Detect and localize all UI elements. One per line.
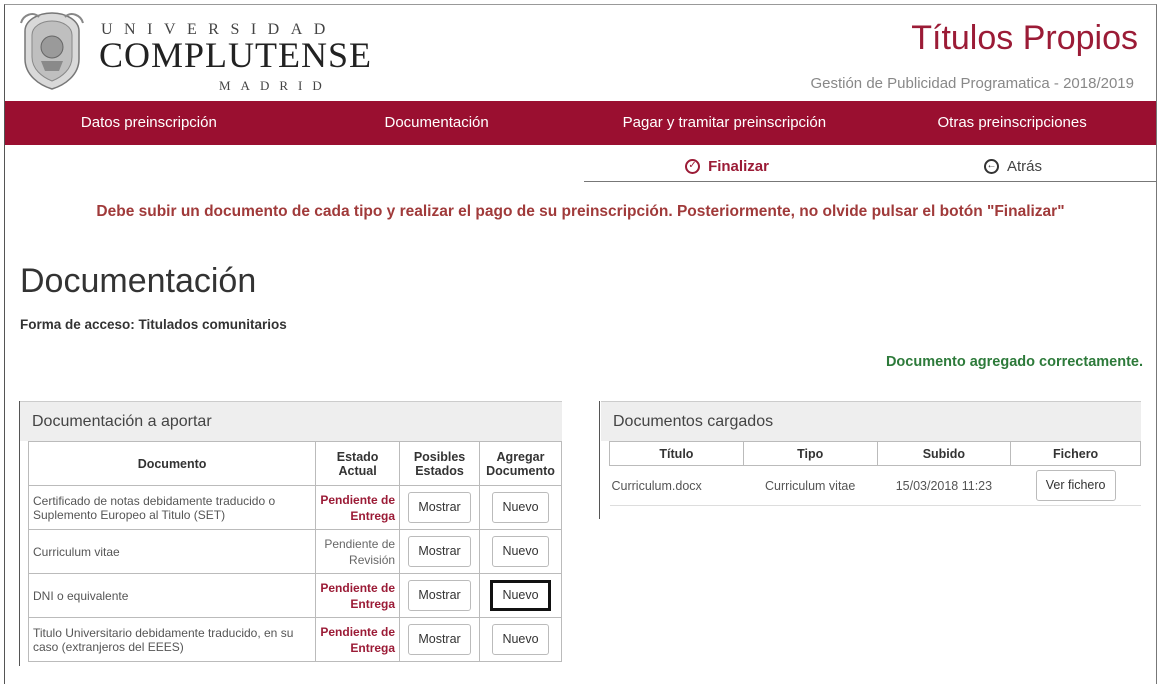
status-cell: Pendiente de Entrega (315, 573, 401, 618)
file-title: Curriculum.docx (609, 465, 744, 506)
col-tipo: Tipo (742, 441, 878, 466)
table-row: Titulo Universitario debidamente traduci… (27, 617, 562, 662)
file-cell: Ver fichero (1010, 465, 1141, 506)
document-name: Titulo Universitario debidamente traduci… (27, 617, 317, 662)
status-cell: Pendiente de Entrega (315, 485, 401, 530)
success-message: Documento agregado correctamente. (885, 354, 1143, 370)
nav-datos-preinscripcion[interactable]: Datos preinscripción (5, 101, 293, 145)
nav-documentacion[interactable]: Documentación (293, 101, 581, 145)
new-cell: Nuevo (479, 485, 562, 530)
show-cell: Mostrar (399, 529, 481, 574)
document-name: DNI o equivalente (27, 573, 317, 618)
mostrar-button[interactable]: Mostrar (408, 624, 471, 655)
arrow-left-circle-icon: ← (983, 158, 999, 174)
nuevo-button[interactable]: Nuevo (492, 536, 549, 567)
panel-title: Documentos cargados (601, 401, 1141, 441)
col-posibles-estados: Posibles Estados (399, 441, 481, 486)
col-titulo: Título (609, 441, 744, 466)
main-nav: Datos preinscripción Documentación Pagar… (5, 101, 1156, 145)
file-uploaded: 15/03/2018 11:23 (877, 465, 1011, 506)
university-logo[interactable]: UNIVERSIDAD COMPLUTENSE MADRID (19, 9, 371, 97)
status-cell: Pendiente de Revisión (315, 529, 401, 574)
logo-text-complutense: COMPLUTENSE (99, 35, 373, 75)
status-cell: Pendiente de Entrega (315, 617, 401, 662)
finalizar-label: Finalizar (708, 157, 769, 175)
table-row: DNI o equivalente Pendiente de Entrega M… (27, 573, 562, 618)
col-subido: Subido (876, 441, 1012, 466)
page-title: Documentación (20, 262, 257, 300)
documentos-cargados-panel: Documentos cargados Título Tipo Subido F… (599, 401, 1141, 519)
table-row: Curriculum vitae Pendiente de Revisión M… (27, 529, 562, 574)
mostrar-button[interactable]: Mostrar (408, 492, 471, 523)
col-documento: Documento (27, 441, 317, 486)
table-header-row: Documento Estado Actual Posibles Estados… (27, 441, 562, 486)
mostrar-button[interactable]: Mostrar (408, 580, 471, 611)
table-row: Curriculum.docx Curriculum vitae 15/03/2… (609, 465, 1141, 506)
documentacion-aportar-panel: Documentación a aportar Documento Estado… (19, 401, 562, 666)
documents-required-table: Documento Estado Actual Posibles Estados… (27, 441, 562, 662)
document-name: Curriculum vitae (27, 529, 317, 574)
table-header-row: Título Tipo Subido Fichero (609, 441, 1141, 466)
show-cell: Mostrar (399, 573, 481, 618)
site-header: UNIVERSIDAD COMPLUTENSE MADRID Títulos P… (5, 5, 1156, 100)
finalizar-button[interactable]: ✓ Finalizar (584, 151, 870, 181)
access-form: Forma de acceso: Titulados comunitarios (20, 317, 287, 332)
new-cell: Nuevo (479, 573, 562, 618)
panel-divider (19, 401, 20, 666)
university-seal-icon (20, 12, 84, 90)
warning-message: Debe subir un documento de cada tipo y r… (96, 203, 1065, 220)
nav-otras-preinscripciones[interactable]: Otras preinscripciones (868, 101, 1156, 145)
logo-text-madrid: MADRID (219, 78, 332, 93)
nuevo-button[interactable]: Nuevo (492, 492, 549, 523)
action-bar: ✓ Finalizar ← Atrás (584, 151, 1156, 182)
file-type: Curriculum vitae (743, 465, 878, 506)
panel-divider (599, 401, 600, 519)
site-subtitle: Gestión de Publicidad Programatica - 201… (810, 75, 1134, 92)
check-circle-icon: ✓ (685, 158, 701, 174)
atras-label: Atrás (1006, 157, 1042, 175)
nav-pagar-tramitar[interactable]: Pagar y tramitar preinscripción (581, 101, 869, 145)
show-cell: Mostrar (399, 617, 481, 662)
col-fichero: Fichero (1010, 441, 1141, 466)
atras-button[interactable]: ← Atrás (870, 151, 1156, 181)
table-row: Certificado de notas debidamente traduci… (27, 485, 562, 530)
col-estado-actual: Estado Actual (315, 441, 401, 486)
new-cell: Nuevo (479, 529, 562, 574)
mostrar-button[interactable]: Mostrar (408, 536, 471, 567)
document-name: Certificado de notas debidamente traduci… (27, 485, 317, 530)
nuevo-button[interactable]: Nuevo (490, 580, 551, 611)
show-cell: Mostrar (399, 485, 481, 530)
uploaded-documents-table: Título Tipo Subido Fichero Curriculum.do… (609, 441, 1141, 506)
ver-fichero-button[interactable]: Ver fichero (1035, 470, 1116, 501)
new-cell: Nuevo (479, 617, 562, 662)
site-title: Títulos Propios (911, 19, 1138, 57)
nuevo-button[interactable]: Nuevo (492, 624, 549, 655)
col-agregar-documento: Agregar Documento (479, 441, 562, 486)
panel-title: Documentación a aportar (20, 401, 562, 441)
